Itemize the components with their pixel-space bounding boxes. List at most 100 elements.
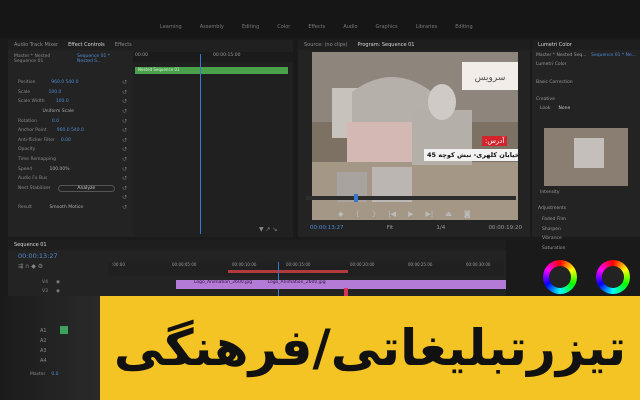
marker-icon[interactable]: ◆ [338, 210, 343, 218]
workspace-tab[interactable]: Learning [160, 24, 182, 34]
reset-icon[interactable]: ↺ [122, 194, 127, 201]
eye-icon[interactable]: ◉ [56, 289, 60, 294]
track-a3[interactable]: A3 [40, 346, 47, 356]
track-a4[interactable]: A4 [40, 356, 47, 366]
track-toggle[interactable] [60, 326, 68, 334]
workspace-tab[interactable]: Editing [455, 24, 472, 34]
lumetri-effect: Lumetri Color [536, 62, 567, 67]
ec-row: Audio Fx Bus ↺ [18, 175, 127, 183]
program-video-frame: سرویس آدرس: قم- خیابان کلهری- نبش کوچه 4… [312, 52, 518, 220]
audio-track-list: A1 A2 A3 A4 [40, 326, 47, 366]
ec-row: ↺ [8, 193, 133, 203]
lumetri-master-row: Master * Nested Seq... Sequence 01 * Ne.… [532, 50, 640, 61]
result-dropdown[interactable]: Smooth Motion [49, 205, 104, 210]
reset-icon[interactable]: ↺ [122, 185, 127, 192]
tab-effects[interactable]: Effects [115, 42, 132, 48]
slider-label[interactable]: Sharpen [542, 225, 566, 235]
workspace-tab[interactable]: Libraries [416, 24, 438, 34]
program-duration: 00:00:19:20 [488, 225, 522, 231]
track-a1[interactable]: A1 [40, 326, 47, 336]
look-row: Look None [532, 104, 640, 113]
reset-icon[interactable]: ↺ [122, 156, 127, 163]
program-monitor: Source: (no clips) Program: Sequence 01 … [298, 40, 530, 237]
workspace-tab[interactable]: Color [277, 24, 290, 34]
color-wheel-shadows[interactable] [543, 260, 577, 294]
ec-playhead[interactable] [200, 54, 201, 234]
workspace-tab[interactable]: Assembly [200, 24, 224, 34]
ec-sequence-dropdown[interactable]: Sequence 01 * Nested S... [77, 54, 127, 64]
ec-row: Anti-flicker Filter 0.00 ↺ [18, 136, 127, 144]
lumetri-tabs: Lumetri Color [532, 40, 640, 50]
timeline-tools-icon[interactable]: ⇶ ∩ ◆ ⚙ [18, 263, 43, 270]
ec-start-time: 00:00 [135, 53, 148, 58]
reset-icon[interactable]: ↺ [122, 166, 127, 173]
resolution-fraction[interactable]: 1/4 [436, 225, 445, 235]
ec-row: Position 960.0 540.0 ↺ [18, 79, 127, 87]
fit-dropdown[interactable]: Fit [387, 225, 393, 235]
tab-source[interactable]: Source: (no clips) [304, 42, 347, 48]
sequence-timecode[interactable]: 00:00:13:27 [18, 252, 58, 260]
banner-title: تیزرتبلیغاتی/فرهنگی [113, 319, 627, 377]
tab-sequence[interactable]: Sequence 01 [14, 242, 47, 248]
tab-effect-controls[interactable]: Effect Controls [68, 42, 105, 48]
reset-icon[interactable]: ↺ [122, 204, 127, 211]
slider-label[interactable]: Vibrance [542, 234, 566, 244]
analyze-button[interactable]: Analyze [57, 184, 115, 192]
lumetri-seq[interactable]: Sequence 01 * Ne... [591, 53, 636, 58]
slider-label[interactable]: Saturation [542, 244, 566, 254]
step-forward-icon[interactable]: ▶| [425, 210, 433, 218]
title-banner: تیزرتبلیغاتی/فرهنگی [100, 296, 640, 400]
ec-row: Opacity ↺ [18, 146, 127, 154]
tab-lumetri[interactable]: Lumetri Color [538, 42, 572, 48]
intensity-label: Intensity [540, 190, 560, 195]
monitor-scrubber[interactable] [306, 194, 516, 202]
ec-row: Rotation 0.0 ↺ [18, 117, 127, 125]
eye-icon[interactable]: ◉ [56, 280, 60, 285]
workspace-tab[interactable]: Graphics [376, 24, 398, 34]
lumetri-panel: Lumetri Color Master * Nested Seq... Seq… [532, 40, 640, 251]
ec-sequence-row: Master * Nested Sequence 01 Sequence 01 … [8, 50, 133, 68]
ec-row: Speed 100.00% ↺ [18, 165, 127, 173]
track-a2[interactable]: A2 [40, 336, 47, 346]
reset-icon[interactable]: ↺ [122, 146, 127, 153]
clip-marker [344, 288, 348, 296]
effect-controls-panel: Audio Track Mixer Effect Controls Effect… [8, 40, 133, 237]
tab-program[interactable]: Program: Sequence 01 [357, 42, 414, 48]
filter-icon[interactable]: ▼ ↗ ↘ [259, 226, 277, 233]
play-icon[interactable]: ▶ [408, 210, 413, 218]
watermark-logo: سرویس [475, 73, 506, 83]
workspace-tab[interactable]: Effects [308, 24, 325, 34]
step-back-icon[interactable]: |◀ [388, 210, 396, 218]
color-wheel-midtones[interactable] [596, 260, 630, 294]
workspace-bar: Learning Assembly Editing Color Effects … [0, 0, 640, 38]
reset-icon[interactable]: ↺ [122, 118, 127, 125]
camera-icon[interactable]: ◙ [464, 210, 471, 218]
time-ruler[interactable]: :00:00 00:00:05:00 00:00:10:00 00:00:15:… [108, 262, 504, 276]
ec-row: Result Smooth Motion ↺ [18, 204, 127, 212]
workspace-tab[interactable]: Editing [242, 24, 259, 34]
program-timecode[interactable]: 00:00:13:27 [310, 225, 344, 235]
reset-icon[interactable]: ↺ [122, 79, 127, 86]
out-point-icon[interactable]: } [372, 210, 376, 218]
ec-row: Time Remapping ↺ [18, 156, 127, 164]
nested-sequence-clip[interactable]: Nested Sequence 01 [135, 67, 288, 74]
ec-row: Scale Width 100.0 ↺ [18, 98, 127, 106]
slider-label[interactable]: Faded Film [542, 215, 566, 225]
timeline-clip[interactable]: Logo_Animation_2600.jpg Logo_Animation_2… [176, 280, 506, 289]
reset-icon[interactable]: ↺ [122, 137, 127, 144]
tab-audio-mixer[interactable]: Audio Track Mixer [14, 42, 58, 48]
reset-icon[interactable]: ↺ [122, 89, 127, 96]
in-point-icon[interactable]: { [355, 210, 359, 218]
basic-correction[interactable]: Basic Correction [532, 68, 640, 87]
look-dropdown[interactable]: None [559, 106, 571, 111]
reset-icon[interactable]: ↺ [122, 175, 127, 182]
render-bar [228, 270, 348, 273]
reset-icon[interactable]: ↺ [122, 127, 127, 134]
workspace-tab[interactable]: Audio [343, 24, 357, 34]
lift-icon[interactable]: ⏏ [445, 210, 452, 218]
creative-section[interactable]: Creative [532, 87, 640, 104]
lumetri-sliders: Faded Film Sharpen Vibrance Saturation [542, 215, 566, 253]
monitor-playhead[interactable] [354, 194, 358, 202]
reset-icon[interactable]: ↺ [122, 98, 127, 105]
reset-icon[interactable]: ↺ [122, 108, 127, 115]
